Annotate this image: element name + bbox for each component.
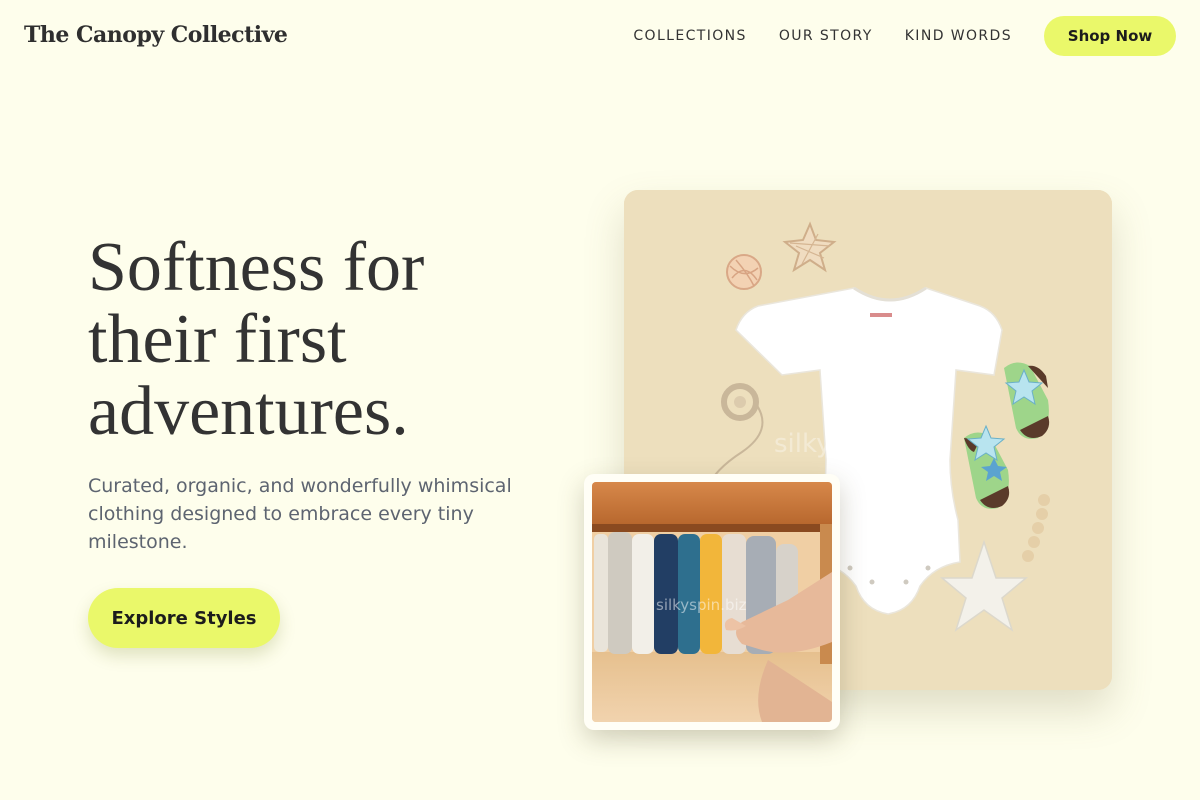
- nav-link-kind-words[interactable]: KIND WORDS: [905, 28, 1012, 44]
- main-image-watermark: silkyspin.biz: [774, 429, 931, 459]
- nav-link-our-story[interactable]: OUR STORY: [779, 28, 873, 44]
- inset-photo-card: silkyspin.biz: [584, 474, 840, 730]
- brand-logo[interactable]: The Canopy Collective: [24, 22, 288, 48]
- main-nav: COLLECTIONS OUR STORY KIND WORDS Shop No…: [633, 16, 1176, 56]
- page: The Canopy Collective COLLECTIONS OUR ST…: [0, 0, 1200, 800]
- shop-now-button[interactable]: Shop Now: [1044, 16, 1176, 56]
- nav-link-collections[interactable]: COLLECTIONS: [633, 28, 746, 44]
- hero-headline: Softness for their first adventures.: [88, 229, 425, 450]
- hero-subtext: Curated, organic, and wonderfully whimsi…: [88, 475, 512, 553]
- rattan-ball: [726, 254, 762, 290]
- explore-styles-button[interactable]: Explore Styles: [88, 588, 280, 648]
- folded-clothes-drawer-photo: silkyspin.biz: [592, 482, 832, 722]
- drawer-illustration: silkyspin.biz: [592, 482, 832, 722]
- inset-image-watermark: silkyspin.biz: [656, 596, 747, 614]
- site-header: The Canopy Collective COLLECTIONS OUR ST…: [0, 0, 1200, 72]
